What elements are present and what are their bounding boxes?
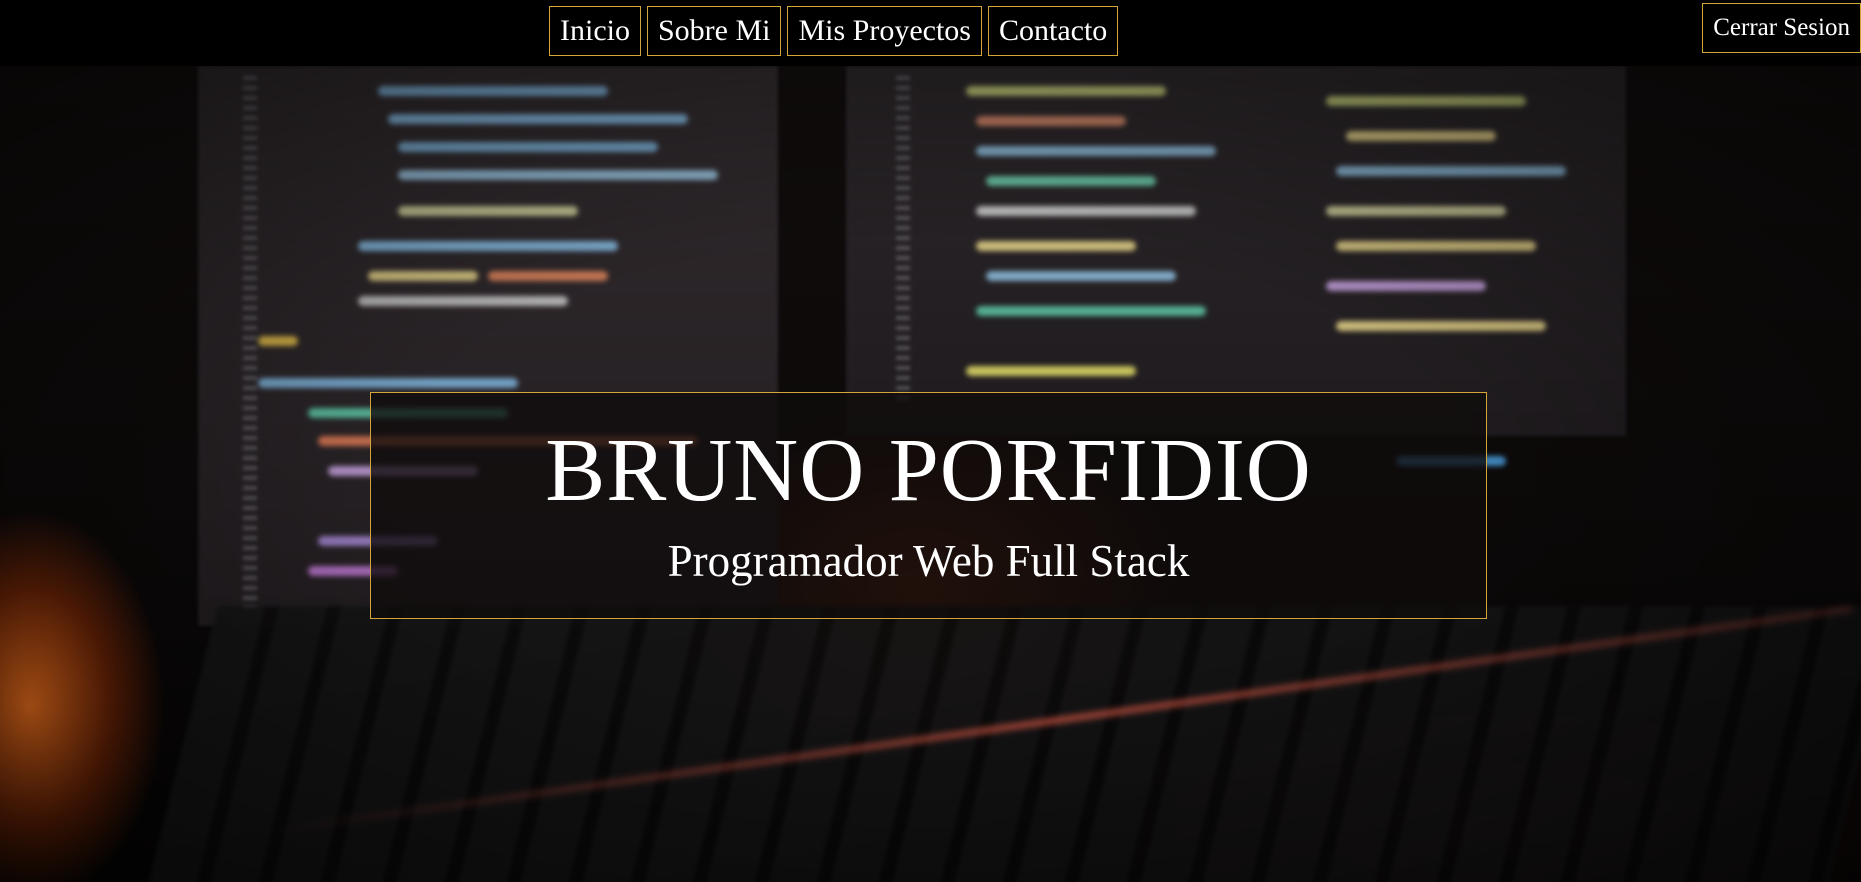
nav-item-sobre-mi[interactable]: Sobre Mi bbox=[646, 6, 782, 56]
page: Inicio Sobre Mi Mis Proyectos Contacto C… bbox=[0, 0, 1861, 882]
top-navigation-bar: Inicio Sobre Mi Mis Proyectos Contacto C… bbox=[0, 0, 1861, 66]
nav-item-contacto[interactable]: Contacto bbox=[987, 6, 1119, 56]
nav-item-mis-proyectos[interactable]: Mis Proyectos bbox=[787, 6, 982, 56]
nav-item-inicio[interactable]: Inicio bbox=[549, 6, 641, 56]
hero-title-box: BRUNO PORFIDIO Programador Web Full Stac… bbox=[370, 392, 1487, 619]
hero-name: BRUNO PORFIDIO bbox=[545, 421, 1312, 520]
logout-button[interactable]: Cerrar Sesion bbox=[1702, 3, 1861, 53]
hero-role: Programador Web Full Stack bbox=[667, 536, 1190, 586]
main-nav: Inicio Sobre Mi Mis Proyectos Contacto bbox=[549, 6, 1119, 56]
